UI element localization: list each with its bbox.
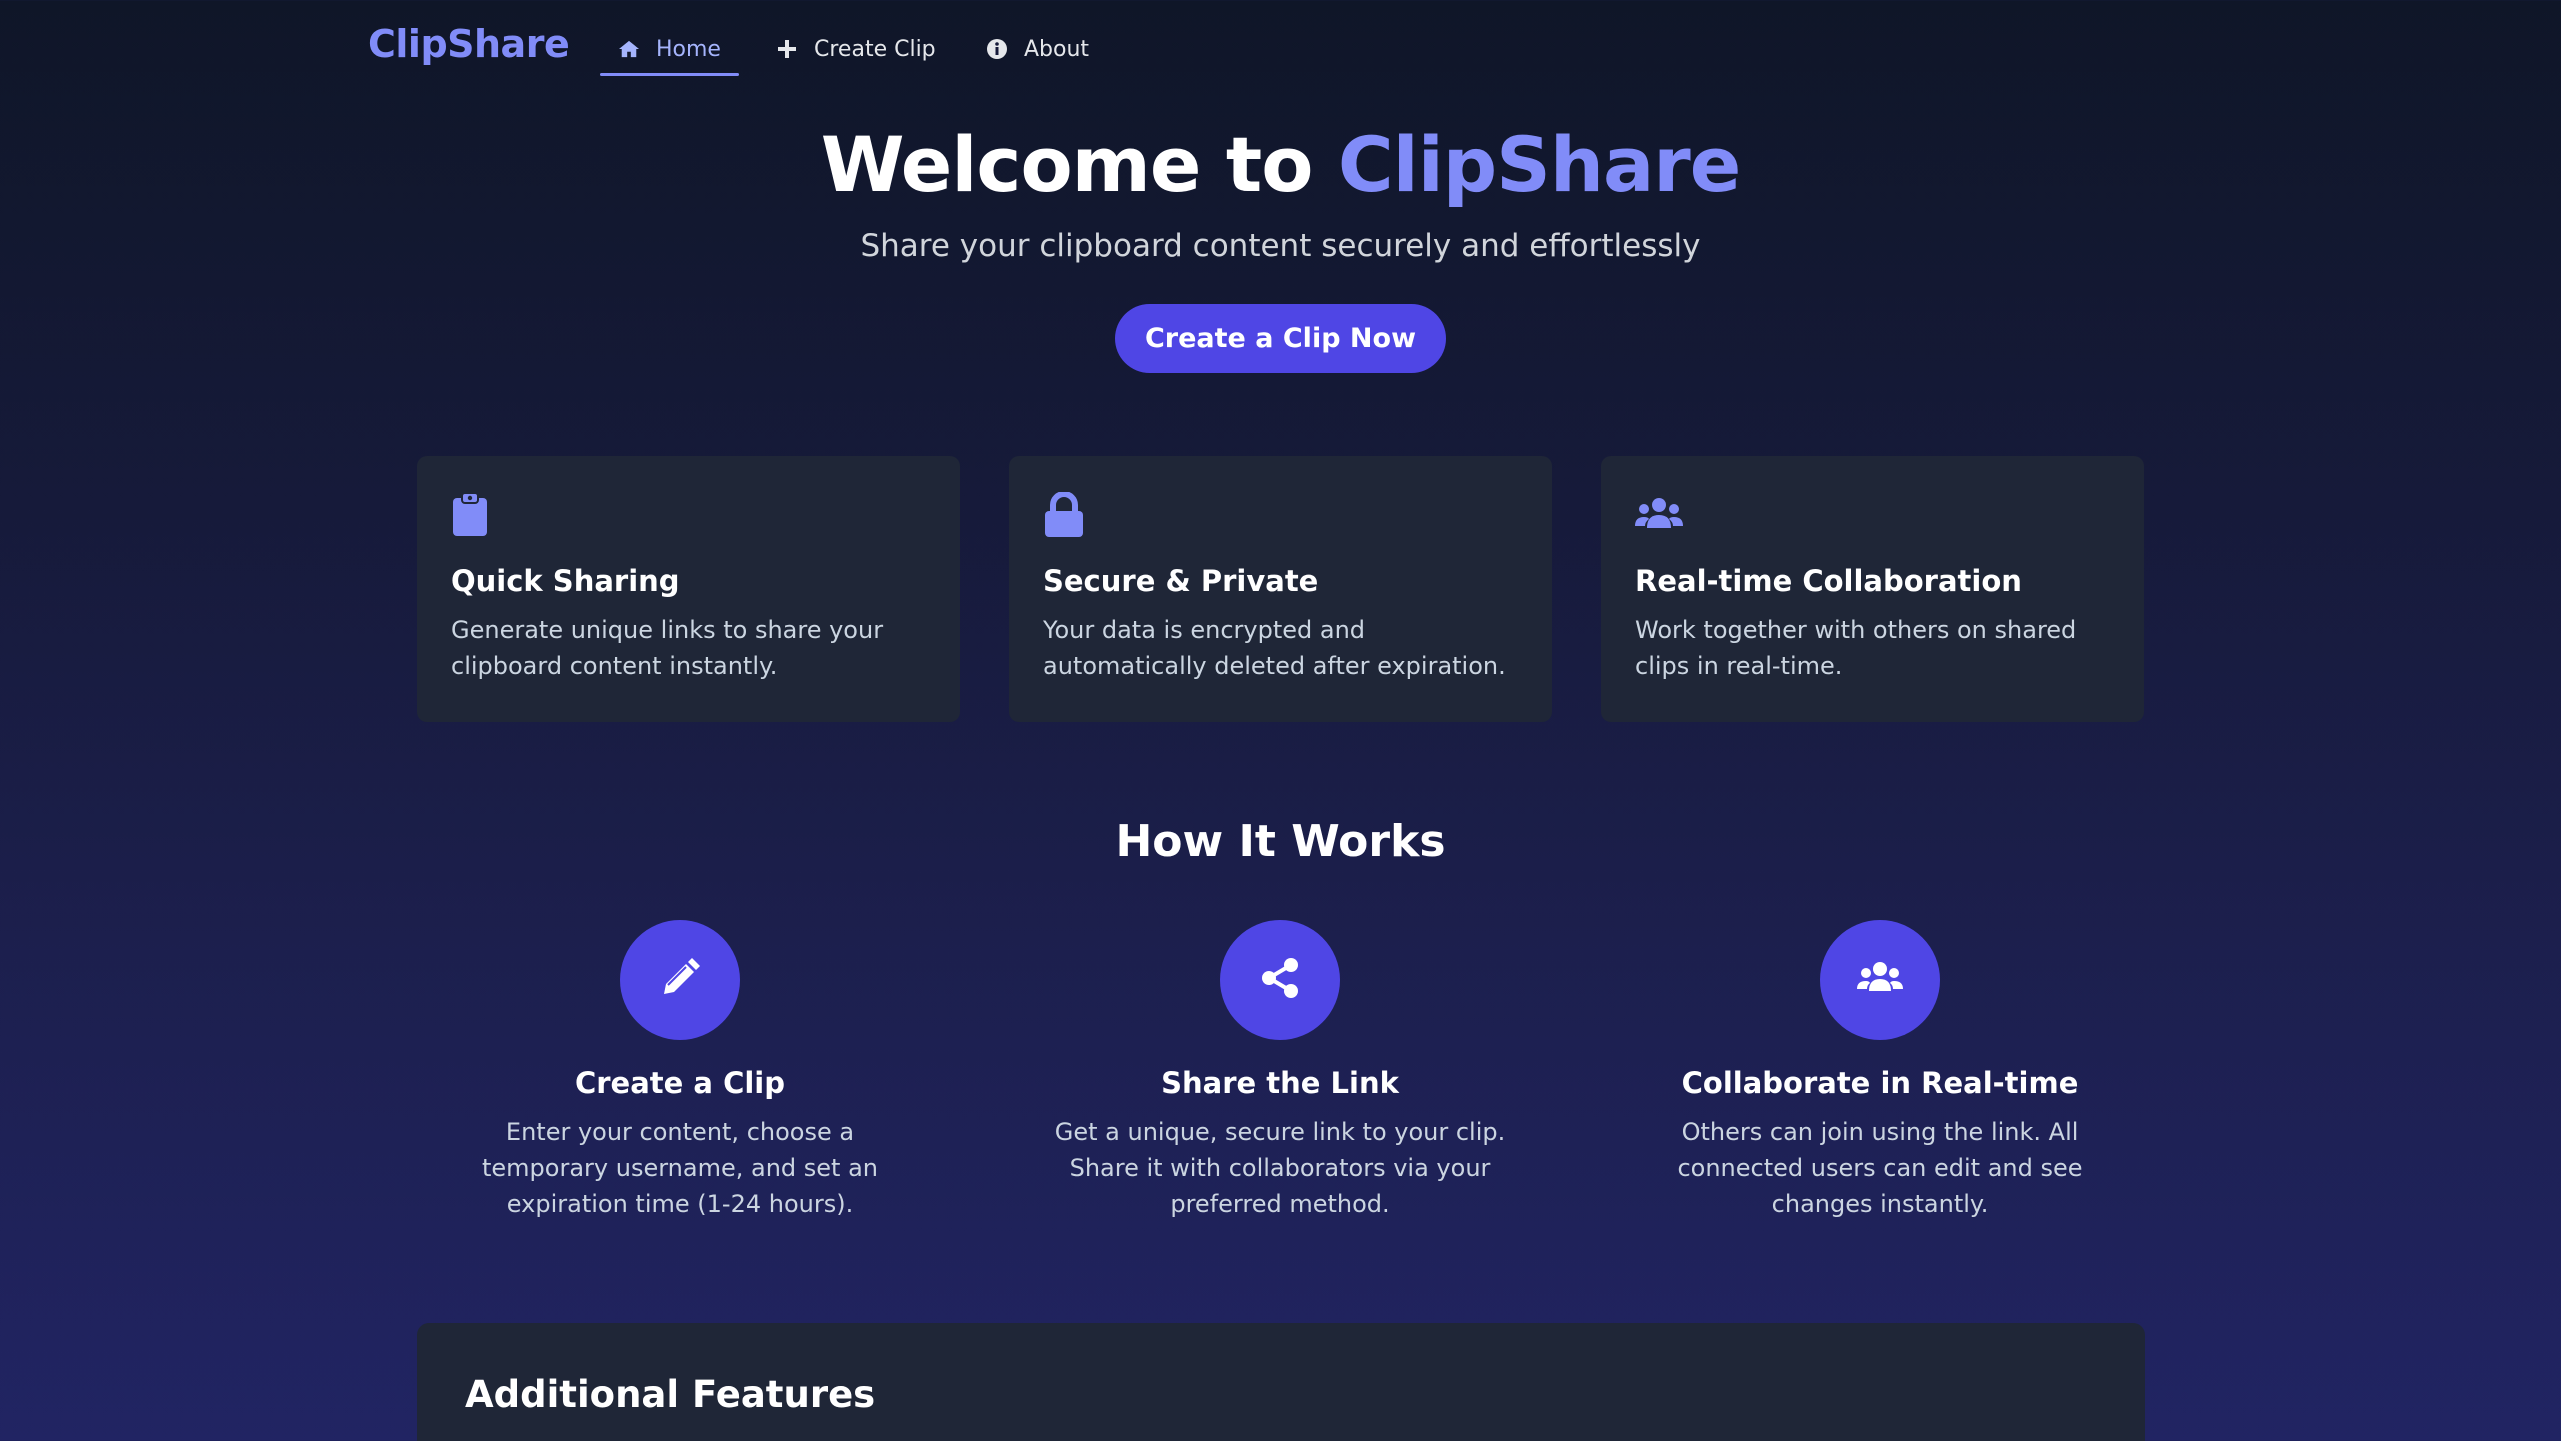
additional-features-title: Additional Features xyxy=(465,1373,876,1416)
step-text: Get a unique, secure link to your clip. … xyxy=(1054,1118,1506,1218)
step-title: Collaborate in Real-time xyxy=(1681,1066,2079,1100)
users-icon xyxy=(1635,492,1683,540)
nav-create-clip-label: Create Clip xyxy=(814,36,936,62)
step-title: Create a Clip xyxy=(574,1066,786,1100)
top-nav: ClipShare Home Create Clip About xyxy=(0,0,2561,90)
clipboard-icon xyxy=(451,492,495,540)
feature-title: Real-time Collaboration xyxy=(1635,564,2022,598)
hero-title-prefix: Welcome to xyxy=(820,120,1338,209)
feature-title: Secure & Private xyxy=(1043,564,1319,598)
feature-card-secure-private: Secure & Private Your data is encrypted … xyxy=(1009,456,1552,722)
hero-title-accent: ClipShare xyxy=(1337,120,1741,209)
nav-create-clip[interactable]: Create Clip xyxy=(758,22,954,76)
home-icon xyxy=(618,38,640,60)
step-icon-circle xyxy=(620,920,740,1040)
step-icon-circle xyxy=(1820,920,1940,1040)
users-icon xyxy=(1856,954,1904,1006)
step-create-clip: Create a Clip Enter your content, choose… xyxy=(420,920,940,1222)
feature-card-quick-sharing: Quick Sharing Generate unique links to s… xyxy=(417,456,960,722)
create-clip-now-button[interactable]: Create a Clip Now xyxy=(1115,304,1446,373)
step-title: Share the Link xyxy=(1161,1066,1399,1100)
feature-title: Quick Sharing xyxy=(451,564,680,598)
additional-features-section: Additional Features xyxy=(417,1323,2145,1441)
lock-icon xyxy=(1043,491,1087,540)
step-collaborate: Collaborate in Real-time Others can join… xyxy=(1620,920,2140,1222)
brand-logo[interactable]: ClipShare xyxy=(368,22,570,66)
hero-title: Welcome to ClipShare xyxy=(0,120,2561,209)
how-it-works-title: How It Works xyxy=(1115,816,1446,867)
step-text: Others can join using the link. All conn… xyxy=(1677,1118,2083,1218)
pencil-icon xyxy=(656,954,704,1006)
feature-text: Generate unique links to share your clip… xyxy=(451,616,884,680)
feature-text: Your data is encrypted and automatically… xyxy=(1043,616,1506,680)
nav-home[interactable]: Home xyxy=(600,22,739,76)
nav-about[interactable]: About xyxy=(968,22,1107,76)
nav-home-label: Home xyxy=(656,36,721,62)
info-icon xyxy=(986,38,1008,60)
hero-subtitle: Share your clipboard content securely an… xyxy=(860,228,1701,264)
step-share-link: Share the Link Get a unique, secure link… xyxy=(1020,920,1540,1222)
nav-about-label: About xyxy=(1024,36,1090,62)
share-icon xyxy=(1257,955,1303,1005)
step-text: Enter your content, choose a temporary u… xyxy=(482,1118,878,1218)
feature-card-realtime-collaboration: Real-time Collaboration Work together wi… xyxy=(1601,456,2144,722)
step-icon-circle xyxy=(1220,920,1340,1040)
plus-icon xyxy=(776,38,798,60)
feature-text: Work together with others on shared clip… xyxy=(1635,616,2077,680)
